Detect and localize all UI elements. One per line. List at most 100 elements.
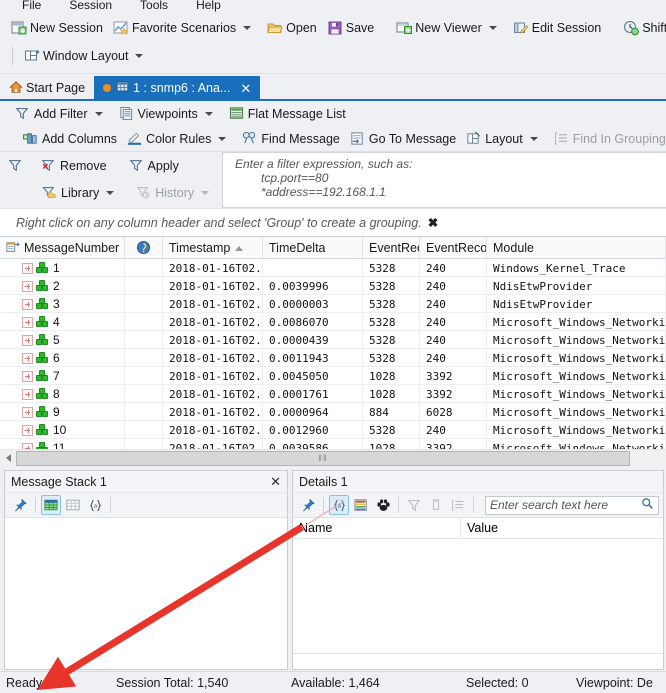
cell-eventrec[interactable]: 1028 xyxy=(363,385,420,403)
table-row[interactable]: 7 2018-01-16T02...0.004505010283392Micros… xyxy=(0,367,666,385)
table-row[interactable]: 3 2018-01-16T02...0.00000035328240NdisEtw… xyxy=(0,295,666,313)
window-layout-button[interactable]: Window Layout xyxy=(19,44,154,68)
expand-row-icon[interactable] xyxy=(22,388,33,400)
column-header-messagenumber[interactable]: MessageNumber xyxy=(0,237,125,259)
cell-module[interactable]: Microsoft_Windows_Networkin xyxy=(487,313,666,331)
funnel-icon[interactable] xyxy=(404,495,424,515)
menu-item-file[interactable]: File xyxy=(8,0,55,14)
cell-eventrec[interactable]: 5328 xyxy=(363,331,420,349)
cell-timedelta[interactable]: 0.0086070 xyxy=(263,313,363,331)
cell-eventrec[interactable]: 5328 xyxy=(363,349,420,367)
cell-eventrecor[interactable]: 240 xyxy=(420,259,487,277)
cell-messagenumber[interactable]: 3 xyxy=(0,295,125,313)
cell-module[interactable]: NdisEtwProvider xyxy=(487,295,666,313)
cell-eventrec[interactable]: 1028 xyxy=(363,367,420,385)
table-row[interactable]: 9 2018-01-16T02...0.00009648846028Microso… xyxy=(0,403,666,421)
cell-messagenumber[interactable]: 2 xyxy=(0,277,125,295)
menu-item-help[interactable]: Help xyxy=(182,0,235,14)
chevron-down-icon[interactable] xyxy=(106,190,115,195)
cell-diagnosis[interactable] xyxy=(125,421,163,439)
search-icon[interactable] xyxy=(641,497,654,513)
details-search-input[interactable]: Enter search text here xyxy=(485,495,659,515)
expand-row-icon[interactable] xyxy=(22,316,33,328)
expand-row-icon[interactable] xyxy=(22,352,33,364)
chevron-down-icon[interactable] xyxy=(94,111,103,116)
cell-messagenumber[interactable]: 10 xyxy=(0,421,125,439)
go-to-message-button[interactable]: Go To Message xyxy=(345,127,461,151)
cell-eventrecor[interactable]: 6028 xyxy=(420,403,487,421)
braces-icon[interactable]: a xyxy=(85,495,105,515)
cell-diagnosis[interactable] xyxy=(125,277,163,295)
cell-module[interactable]: Microsoft_Windows_Networkin xyxy=(487,367,666,385)
find-message-button[interactable]: Find Message xyxy=(237,127,345,151)
details-column-name[interactable]: Name xyxy=(293,518,461,538)
expand-row-icon[interactable] xyxy=(22,334,33,346)
paw-icon[interactable] xyxy=(373,495,393,515)
tab-snmp6-analysis[interactable]: 1 : snmp6 : Ana... ✕ xyxy=(94,76,261,100)
table-row[interactable]: 5 2018-01-16T02...0.00004395328240Microso… xyxy=(0,331,666,349)
cell-timestamp[interactable]: 2018-01-16T02... xyxy=(163,421,263,439)
cell-module[interactable]: Microsoft_Windows_Networkin xyxy=(487,331,666,349)
tab-start-page[interactable]: Start Page xyxy=(0,76,94,100)
column-header-eventrecor[interactable]: EventRecor xyxy=(420,237,487,259)
edit-session-button[interactable]: Edit Session xyxy=(508,16,606,40)
chevron-down-icon[interactable] xyxy=(135,54,144,58)
table-row[interactable]: 1 2018-01-16T02... 5328240Windows_Kernel_T… xyxy=(0,259,666,277)
column-header-timestamp[interactable]: Timestamp xyxy=(163,237,263,259)
expand-row-icon[interactable] xyxy=(22,370,33,382)
chevron-down-icon[interactable] xyxy=(488,26,497,30)
cell-eventrecor[interactable]: 240 xyxy=(420,421,487,439)
close-icon[interactable]: ✕ xyxy=(240,82,251,95)
cell-timestamp[interactable]: 2018-01-16T02... xyxy=(163,259,263,277)
add-columns-button[interactable]: Add Columns xyxy=(18,127,122,151)
cell-eventrec[interactable]: 5328 xyxy=(363,313,420,331)
field-chooser-icon[interactable] xyxy=(351,495,371,515)
cell-module[interactable]: Microsoft_Windows_Networkin xyxy=(487,421,666,439)
cell-eventrecor[interactable]: 240 xyxy=(420,277,487,295)
new-session-button[interactable]: New Session xyxy=(6,16,108,40)
chevron-down-icon[interactable] xyxy=(201,190,210,195)
cell-timedelta[interactable]: 0.0012960 xyxy=(263,421,363,439)
cell-diagnosis[interactable] xyxy=(125,295,163,313)
column-header-diagnosis[interactable] xyxy=(125,237,163,259)
filter-library-button[interactable]: Library xyxy=(37,181,125,205)
cell-messagenumber[interactable]: 5 xyxy=(0,331,125,349)
cell-module[interactable]: Windows_Kernel_Trace xyxy=(487,259,666,277)
remove-filter-button[interactable]: Remove xyxy=(36,154,112,178)
cell-timestamp[interactable]: 2018-01-16T02... xyxy=(163,403,263,421)
cell-diagnosis[interactable] xyxy=(125,349,163,367)
cell-module[interactable]: NdisEtwProvider xyxy=(487,277,666,295)
cell-timestamp[interactable]: 2018-01-16T02... xyxy=(163,349,263,367)
cell-eventrec[interactable]: 5328 xyxy=(363,295,420,313)
cell-eventrec[interactable]: 5328 xyxy=(363,277,420,295)
open-button[interactable]: Open xyxy=(262,16,322,40)
message-stack-grid-icon[interactable] xyxy=(41,495,61,515)
cell-messagenumber[interactable]: 1 xyxy=(0,259,125,277)
cell-diagnosis[interactable] xyxy=(125,403,163,421)
braces-icon[interactable]: a xyxy=(329,495,349,515)
cell-timedelta[interactable]: 0.0000003 xyxy=(263,295,363,313)
message-grid-body[interactable]: 12018-01-16T02...5328240Windows_Kernel_T… xyxy=(0,259,666,457)
cell-timedelta[interactable] xyxy=(263,259,363,277)
filter-expression-input[interactable]: Enter a filter expression, such as: tcp.… xyxy=(222,152,666,208)
cell-timedelta[interactable]: 0.0045050 xyxy=(263,367,363,385)
chevron-down-icon[interactable] xyxy=(218,137,227,141)
color-rules-button[interactable]: Color Rules xyxy=(122,127,237,151)
pin-icon[interactable] xyxy=(298,495,318,515)
expand-row-icon[interactable] xyxy=(22,406,33,418)
table-icon[interactable] xyxy=(63,495,83,515)
column-header-module[interactable]: Module xyxy=(487,237,666,259)
filter-history-button[interactable]: History xyxy=(131,181,220,205)
favorite-scenarios-button[interactable]: Favorite Scenarios xyxy=(108,16,262,40)
find-in-grouping-button[interactable]: Find In Grouping xyxy=(549,127,666,151)
cell-timedelta[interactable]: 0.0011943 xyxy=(263,349,363,367)
column-header-eventrec[interactable]: EventRec xyxy=(363,237,420,259)
layout-button[interactable]: Layout xyxy=(461,127,549,151)
apply-filter-button[interactable]: Apply xyxy=(124,154,184,178)
cell-eventrec[interactable]: 5328 xyxy=(363,259,420,277)
pin-icon[interactable] xyxy=(10,495,30,515)
table-row[interactable]: 4 2018-01-16T02...0.00860705328240Microso… xyxy=(0,313,666,331)
chevron-down-icon[interactable] xyxy=(529,137,538,141)
cell-timestamp[interactable]: 2018-01-16T02... xyxy=(163,367,263,385)
table-row[interactable]: 2 2018-01-16T02...0.00399965328240NdisEtw… xyxy=(0,277,666,295)
